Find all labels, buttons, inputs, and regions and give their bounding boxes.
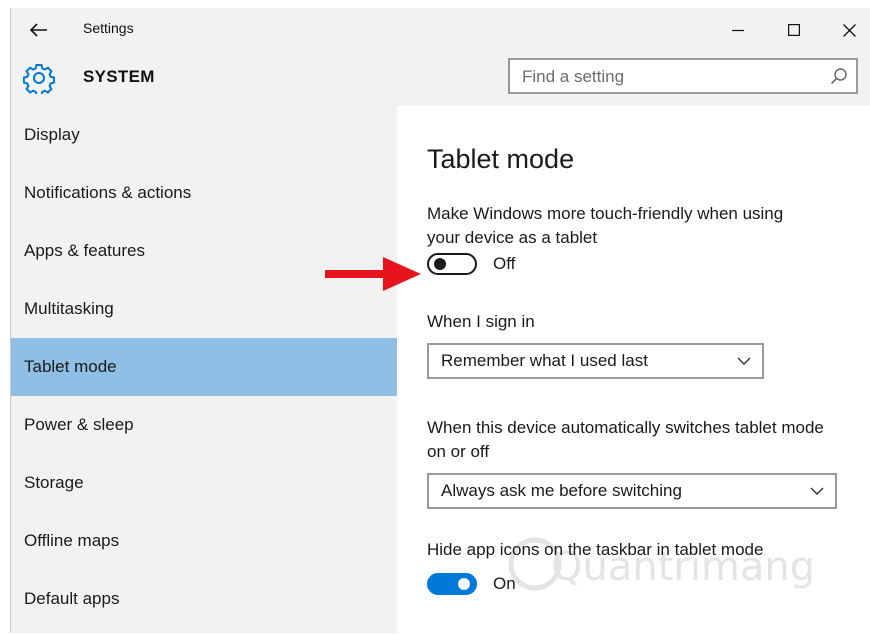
back-arrow-icon: [30, 23, 47, 37]
sidebar-item-offline-maps[interactable]: Offline maps: [11, 512, 397, 570]
settings-window: Settings SYSTEM Find a setting Display N…: [10, 8, 870, 633]
hide-icons-toggle[interactable]: [427, 573, 477, 595]
maximize-icon: [788, 24, 800, 36]
hide-icons-label: Hide app icons on the taskbar in tablet …: [427, 540, 764, 559]
auto-switch-label: When this device automatically switches …: [427, 416, 824, 464]
auto-switch-dropdown[interactable]: Always ask me before switching: [427, 473, 837, 509]
section-title: SYSTEM: [83, 67, 155, 86]
auto-switch-label-line2: on or off: [427, 442, 490, 461]
title-bar: Settings: [11, 8, 870, 52]
minimize-button[interactable]: [715, 14, 761, 46]
tablet-mode-toggle-label: Off: [493, 254, 516, 273]
touch-friendly-description: Make Windows more touch-friendly when us…: [427, 202, 783, 250]
sign-in-dropdown[interactable]: Remember what I used last: [427, 343, 764, 379]
gear-icon: [23, 64, 55, 94]
sidebar-item-default-apps[interactable]: Default apps: [11, 570, 397, 628]
chevron-down-icon: [810, 487, 824, 495]
auto-switch-dropdown-value: Always ask me before switching: [441, 481, 682, 500]
page-title: Tablet mode: [427, 144, 575, 174]
toggle-knob: [434, 258, 446, 270]
sign-in-dropdown-value: Remember what I used last: [441, 351, 648, 370]
sign-in-label: When I sign in: [427, 312, 535, 331]
search-icon[interactable]: [830, 67, 848, 85]
minimize-icon: [732, 29, 744, 32]
red-arrow-icon: [325, 257, 421, 291]
maximize-button[interactable]: [771, 14, 817, 46]
toggle-knob: [458, 578, 470, 590]
sidebar-item-display[interactable]: Display: [11, 106, 397, 164]
close-button[interactable]: [826, 14, 870, 46]
touch-friendly-description-line1: Make Windows more touch-friendly when us…: [427, 204, 784, 223]
sidebar-item-notifications-actions[interactable]: Notifications & actions: [11, 164, 397, 222]
sidebar-item-power-sleep[interactable]: Power & sleep: [11, 396, 397, 454]
auto-switch-label-line1: When this device automatically switches …: [427, 418, 824, 437]
sidebar-nav: Display Notifications & actions Apps & f…: [11, 106, 397, 633]
hide-icons-toggle-label: On: [493, 574, 516, 593]
main-content: Tablet mode Make Windows more touch-frie…: [325, 106, 870, 633]
sidebar-item-tablet-mode[interactable]: Tablet mode: [11, 338, 397, 396]
chevron-down-icon: [737, 357, 751, 365]
settings-header: SYSTEM: [11, 52, 870, 106]
touch-friendly-description-line2: your device as a tablet: [427, 228, 598, 247]
app-title: Settings: [83, 20, 134, 36]
search-input[interactable]: [520, 63, 824, 91]
back-button[interactable]: [25, 16, 53, 44]
tablet-mode-toggle[interactable]: [427, 253, 477, 275]
search-box[interactable]: [508, 58, 858, 94]
close-icon: [842, 23, 856, 37]
sidebar-item-storage[interactable]: Storage: [11, 454, 397, 512]
